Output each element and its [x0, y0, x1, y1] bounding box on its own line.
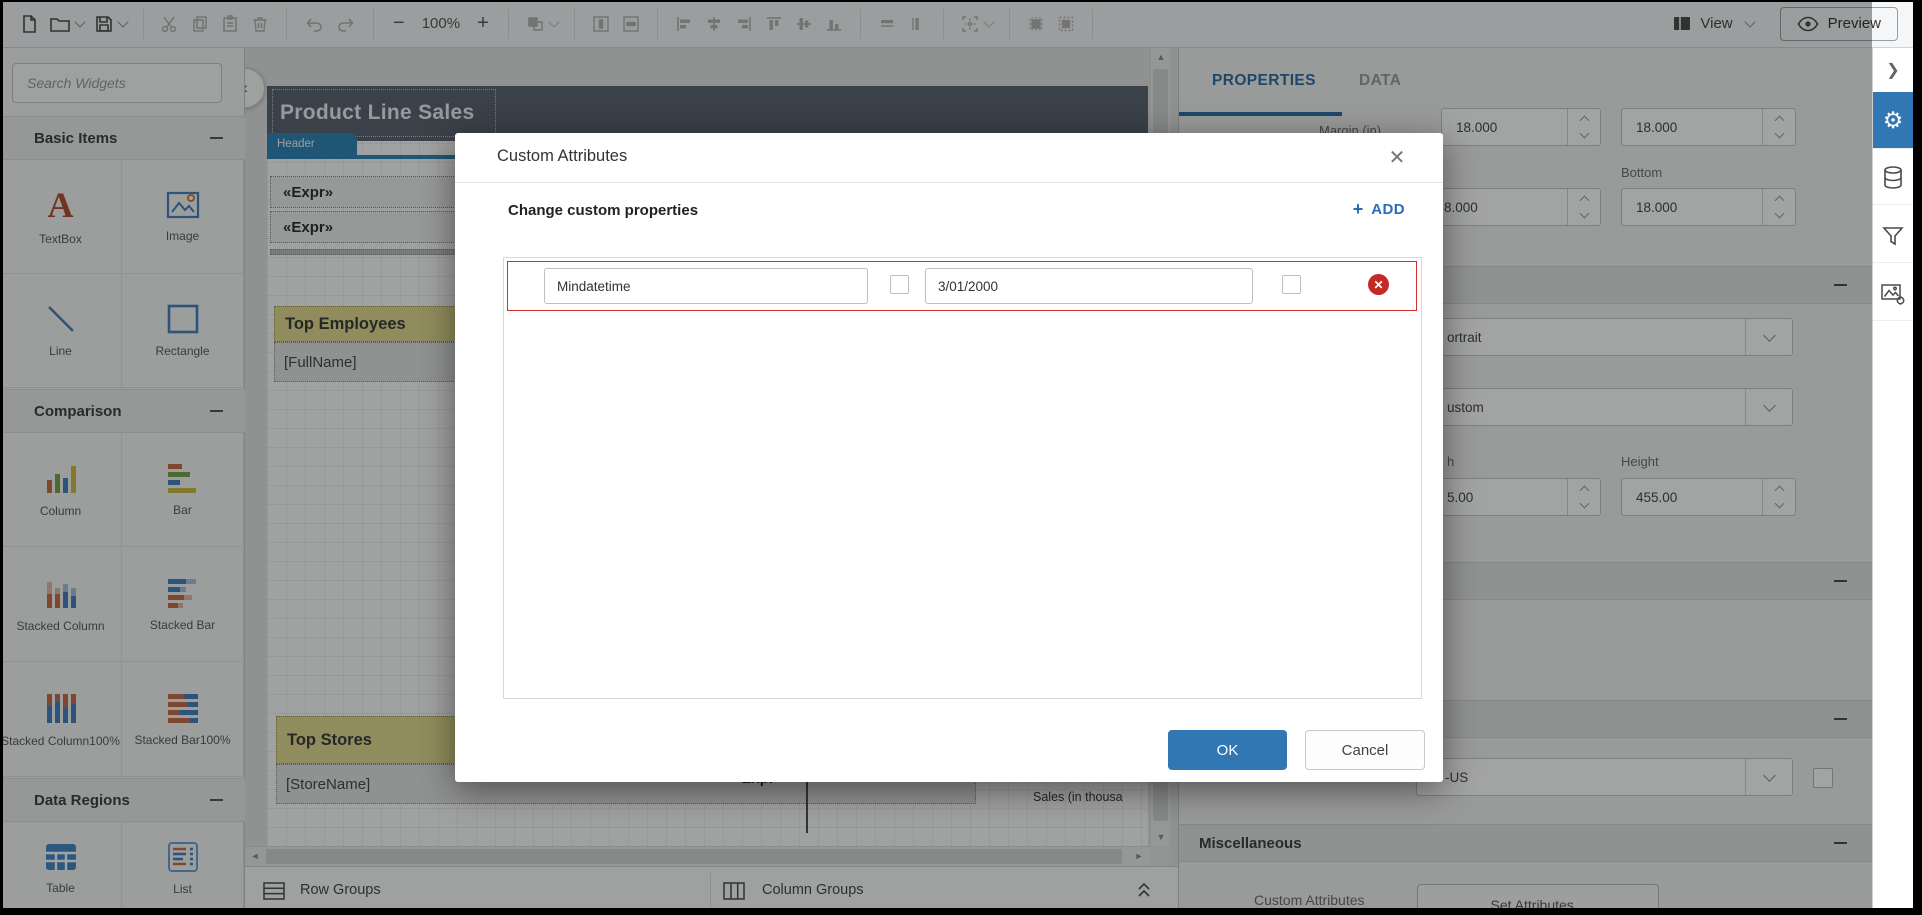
strip-data-button[interactable] [1873, 152, 1913, 205]
close-icon: ✕ [1389, 145, 1406, 170]
panel-collapse-button[interactable]: ❯ [1873, 52, 1913, 88]
dialog-header-divider [455, 182, 1443, 183]
strip-settings-button[interactable]: ⚙ [1873, 92, 1913, 149]
database-icon [1881, 165, 1905, 191]
plus-icon: + [1353, 200, 1364, 218]
window-border-top [0, 0, 1922, 2]
close-button[interactable]: ✕ [1385, 145, 1409, 169]
funnel-icon [1881, 224, 1905, 248]
image-settings-icon [1880, 282, 1906, 306]
gear-icon: ⚙ [1883, 107, 1904, 134]
dialog-title: Custom Attributes [497, 147, 627, 166]
chevron-right-icon: ❯ [1886, 60, 1899, 80]
add-button-label: ADD [1371, 201, 1405, 218]
attribute-name-expression-checkbox[interactable] [890, 275, 909, 294]
window-border-left [0, 0, 3, 915]
attribute-value-input[interactable] [925, 268, 1253, 304]
add-attribute-button[interactable]: + ADD [1353, 200, 1405, 218]
custom-attributes-dialog: Custom Attributes ✕ Change custom proper… [455, 133, 1443, 782]
delete-attribute-button[interactable]: ✕ [1368, 274, 1389, 295]
delete-icon: ✕ [1373, 278, 1383, 292]
panel-icon-strip: ❯ ⚙ [1872, 48, 1913, 915]
report-designer-window: − 100% + View Preview [0, 0, 1922, 915]
ok-button[interactable]: OK [1168, 730, 1287, 770]
attributes-list-container [503, 257, 1422, 699]
strip-filter-button[interactable] [1873, 210, 1913, 263]
dialog-subtitle: Change custom properties [508, 202, 698, 219]
attribute-value-expression-checkbox[interactable] [1282, 275, 1301, 294]
window-border-bottom [0, 908, 1922, 915]
attribute-name-input[interactable] [544, 268, 868, 304]
strip-image-button[interactable] [1873, 268, 1913, 321]
cancel-button[interactable]: Cancel [1305, 730, 1425, 770]
window-border-right [1913, 0, 1922, 915]
